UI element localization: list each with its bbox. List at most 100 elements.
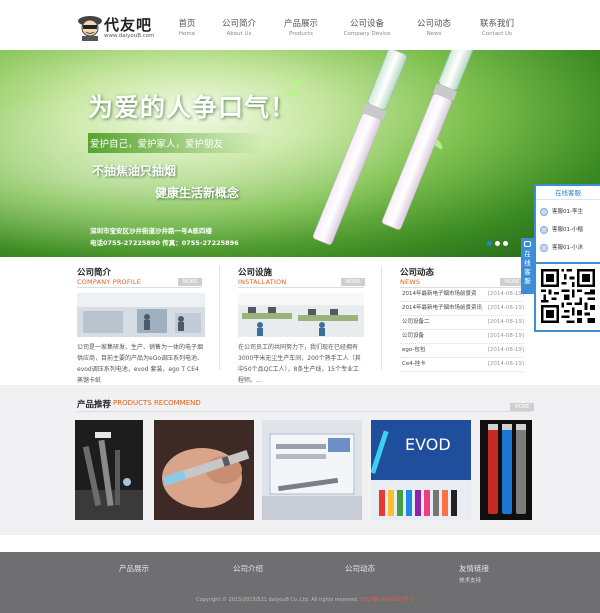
- facilities-text: 在公司员工的共同努力下，我们现在已经拥有3000平米无尘生产车间，200个熟手工…: [238, 344, 361, 384]
- nav-device-sub: Company Device: [343, 31, 391, 37]
- agent-name: 客服01-李生: [552, 209, 583, 215]
- news-item-date: [2014-08-19]: [487, 333, 524, 339]
- logo-name: 代友吧: [104, 16, 153, 34]
- slider-dot-2[interactable]: [495, 241, 500, 246]
- banner-line-2: 健康生活新概念: [155, 186, 240, 200]
- column-divider: [219, 266, 220, 370]
- nav-news-label: 公司动态: [416, 19, 451, 29]
- news-item[interactable]: 2014年最新电子烟市场前景资讯 [2014-08-19]: [400, 302, 524, 316]
- products-title: 产品推荐: [77, 400, 112, 410]
- banner-slogan: 为爱的人争口气！: [88, 93, 297, 122]
- logo-url: www.daiyouB.com: [104, 33, 155, 39]
- about-text: 公司是一家集研发、生产、销售为一体的电子烟供应商，目前主要的产品为eGo调压系列…: [77, 344, 204, 384]
- site-logo[interactable]: 代友吧 www.daiyouB.com: [77, 12, 162, 48]
- footer-link-friends[interactable]: 友情链接: [459, 563, 489, 574]
- news-item[interactable]: 2014年最新电子烟市场前景资 [2014-08-19]: [400, 288, 524, 302]
- news-item-title: ego-包包: [402, 347, 426, 353]
- banner-tagline: 爱护自己，爱护家人，爱护朋友: [88, 133, 264, 153]
- news-item[interactable]: 公司设备 [2014-08-19]: [400, 330, 524, 344]
- news-item-date: [2014-08-19]: [487, 361, 524, 367]
- slider-dots: [487, 231, 511, 246]
- icp-link[interactable]: 粤ICP备14054310号-1: [360, 597, 413, 603]
- facilities-subtitle: INSTALLATION: [238, 278, 287, 286]
- news-item-date: [2014-08-19]: [487, 291, 524, 297]
- banner-phone: 电话0755-27225890 传真：0755-27225896: [90, 239, 239, 247]
- nav-device-label: 公司设备: [349, 19, 384, 29]
- about-section: 公司简介 COMPANY PROFILE MORE 公司是一家集研发、生产、销售…: [77, 266, 205, 384]
- nav-news[interactable]: 公司动态 News: [415, 18, 453, 39]
- online-service-tab-label: 在线客服: [524, 250, 531, 285]
- footer-link-news[interactable]: 公司动态: [345, 563, 375, 574]
- divider: [77, 287, 201, 288]
- nav-contact-sub: Contact Us: [481, 31, 513, 37]
- nav-device[interactable]: 公司设备 Company Device: [343, 18, 391, 39]
- footer-link-products[interactable]: 产品展示: [119, 563, 149, 574]
- online-service-tab[interactable]: 在线客服: [521, 238, 534, 294]
- product-card-kit[interactable]: [75, 420, 143, 520]
- news-item[interactable]: ego-包包 [2014-08-19]: [400, 344, 524, 358]
- products-more-button[interactable]: MORE: [510, 403, 534, 411]
- facilities-more-button[interactable]: MORE: [341, 278, 365, 286]
- agent-item[interactable]: 客服01-小楷: [540, 223, 600, 237]
- facilities-title: 公司设施: [238, 268, 273, 278]
- news-item[interactable]: Ce4-挂卡 [2014-08-19]: [400, 358, 524, 372]
- news-subtitle: NEWS: [400, 278, 421, 286]
- about-more-button[interactable]: MORE: [178, 278, 202, 286]
- ecig-product-image: [312, 50, 480, 245]
- column-divider: [381, 266, 382, 370]
- news-item-date: [2014-08-19]: [487, 347, 524, 353]
- office-photo[interactable]: [77, 293, 205, 337]
- copyright-text: Copyright © 2015/2015/521 daiyouB Co.,Lt…: [196, 597, 359, 603]
- slider-dot-3[interactable]: [503, 241, 508, 246]
- workshop-photo[interactable]: [238, 293, 364, 337]
- nav-news-sub: News: [426, 31, 442, 37]
- site-header: 代友吧 www.daiyouB.com 首页 Home 公司简介 About U…: [0, 0, 600, 50]
- divider: [536, 262, 600, 264]
- agent-avatar-icon: [540, 244, 548, 252]
- agent-item[interactable]: 客服01-小沐: [540, 241, 600, 255]
- footer-link-support[interactable]: 技术支持: [459, 576, 481, 584]
- product-card-batteries[interactable]: [480, 420, 532, 520]
- banner-address: 深圳市宝安区沙井街道沙井路一号A栋四楼: [90, 227, 213, 235]
- about-subtitle: COMPANY PROFILE: [77, 278, 142, 286]
- facilities-section: 公司设施 INSTALLATION MORE 在公司员工的共同努力下，我们现在已…: [238, 266, 365, 384]
- agent-avatar-icon: [540, 208, 548, 216]
- nav-about-label: 公司简介: [221, 19, 256, 29]
- divider: [238, 287, 364, 288]
- footer-link-about[interactable]: 公司介绍: [233, 563, 263, 574]
- nav-about-sub: About Us: [226, 31, 252, 37]
- footer-copyright: Copyright © 2015/2015/521 daiyouB Co.,Lt…: [196, 596, 413, 603]
- nav-contact-label: 联系我们: [479, 19, 514, 29]
- news-item[interactable]: 公司设备二 [2014-08-19]: [400, 316, 524, 330]
- nav-products-label: 产品展示: [283, 19, 318, 29]
- agent-name: 客服01-小沐: [552, 245, 583, 251]
- slider-dot-1[interactable]: [487, 241, 492, 246]
- nav-products[interactable]: 产品展示 Products: [282, 18, 320, 39]
- banner-line-1: 不抽焦油只抽烟: [92, 164, 177, 178]
- products-subtitle: PRODUCTS RECOMMEND: [113, 399, 201, 407]
- hero-banner[interactable]: 为爱的人争口气！ 爱护自己，爱护家人，爱护朋友 不抽焦油只抽烟 健康生活新概念 …: [0, 50, 600, 257]
- news-item-date: [2014-08-19]: [487, 305, 524, 311]
- news-title: 公司动态: [400, 268, 435, 278]
- agent-name: 客服01-小楷: [552, 227, 583, 233]
- nav-contact[interactable]: 联系我们 Contact Us: [477, 18, 517, 39]
- product-card-evod[interactable]: EVOD: [371, 420, 471, 520]
- product-card-hand[interactable]: [154, 420, 254, 520]
- about-title: 公司简介: [77, 268, 112, 278]
- nav-home-label: 首页: [178, 19, 196, 29]
- nav-home-sub: Home: [178, 31, 196, 37]
- nav-home[interactable]: 首页 Home: [176, 18, 198, 39]
- news-item-title: 公司设备二: [402, 319, 430, 325]
- logo-mascot-icon: [78, 16, 102, 41]
- online-service-title: 在线客服: [536, 186, 600, 200]
- news-item-date: [2014-08-19]: [487, 319, 524, 325]
- chat-icon: [524, 241, 531, 247]
- agent-item[interactable]: 客服01-李生: [540, 205, 600, 219]
- news-section: 公司动态 NEWS MORE 2014年最新电子烟市场前景资 [2014-08-…: [400, 266, 524, 376]
- online-service-panel: 在线客服 客服01-李生 客服01-小楷 客服01-小沐: [534, 184, 600, 332]
- product-card-box[interactable]: [262, 420, 362, 520]
- main-nav: 首页 Home 公司简介 About Us 产品展示 Products 公司设备…: [160, 18, 540, 42]
- news-item-title: 公司设备: [402, 333, 425, 339]
- nav-about[interactable]: 公司简介 About Us: [220, 18, 258, 39]
- qr-code-icon: [541, 269, 595, 323]
